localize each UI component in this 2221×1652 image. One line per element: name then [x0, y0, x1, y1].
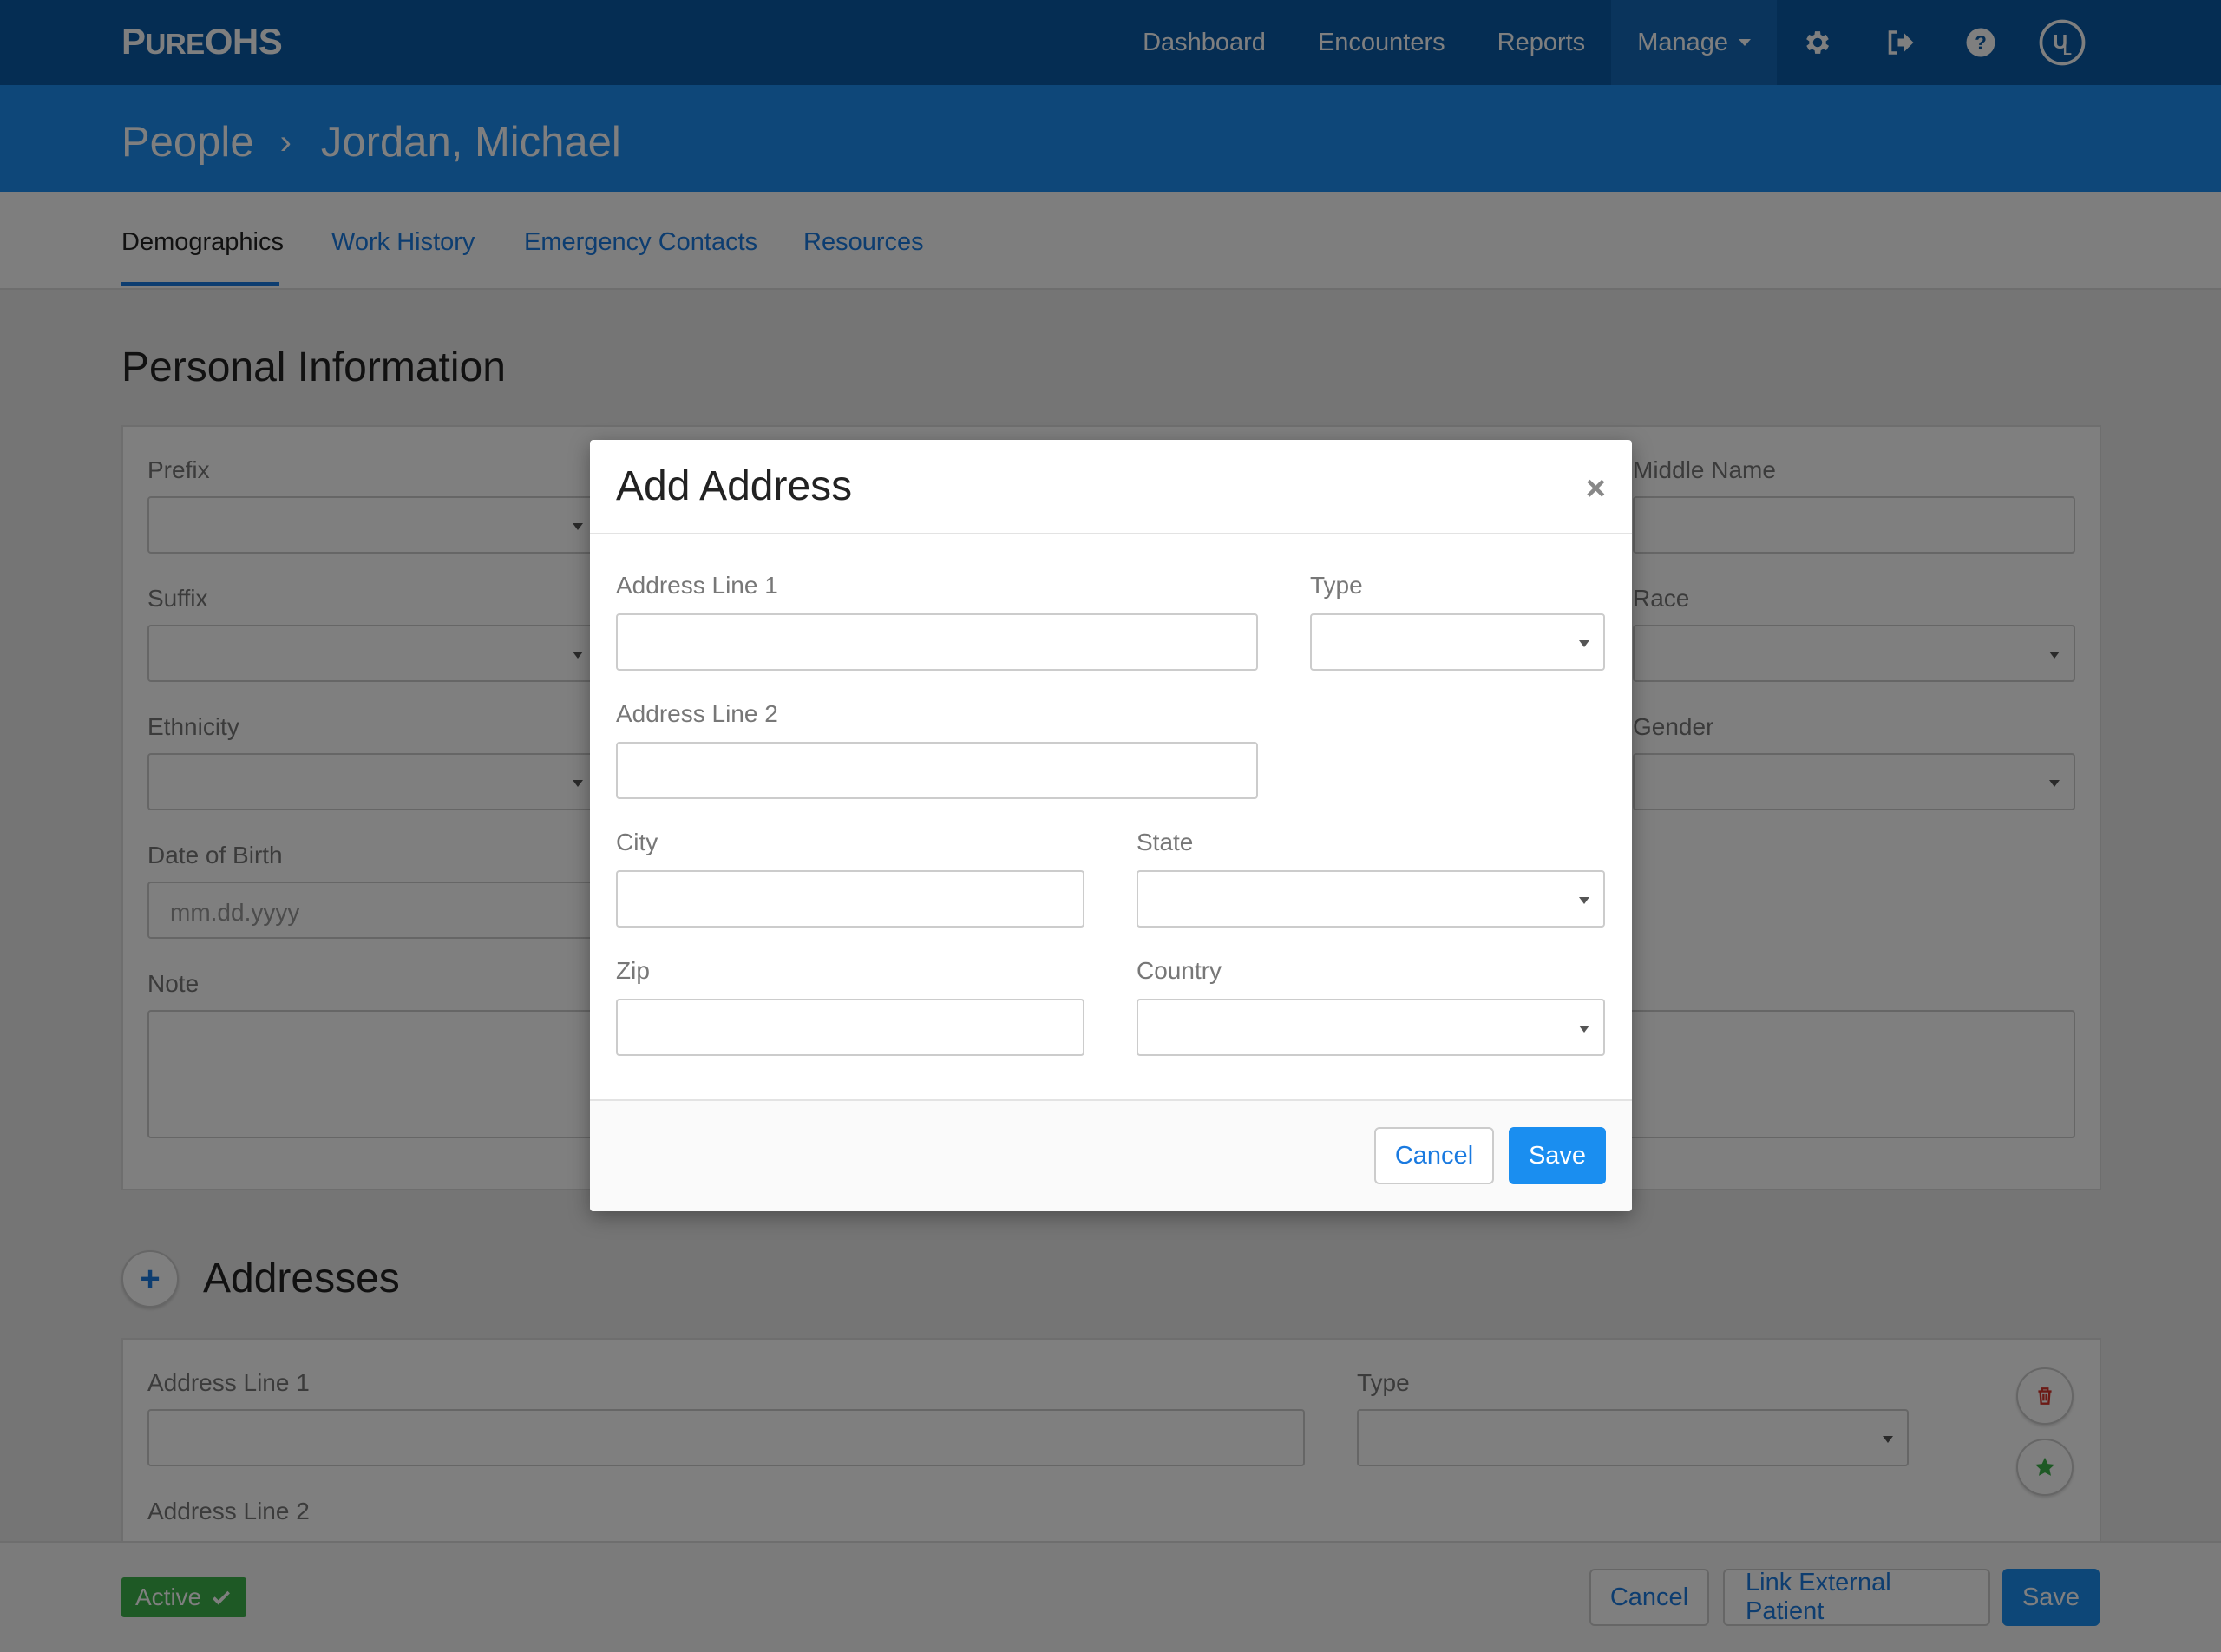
- modal-title: Add Address: [616, 463, 853, 509]
- modal-save-button[interactable]: Save: [1509, 1127, 1606, 1184]
- modal-zip-label: Zip: [616, 957, 650, 984]
- modal-zip-input[interactable]: [616, 999, 1084, 1056]
- modal-country-label: Country: [1137, 957, 1222, 984]
- close-icon[interactable]: ×: [1586, 471, 1606, 506]
- modal-country-select[interactable]: [1137, 999, 1605, 1056]
- modal-type-select[interactable]: [1310, 613, 1605, 671]
- modal-address-line2-label: Address Line 2: [616, 700, 778, 727]
- add-address-modal: Add Address × Address Line 1 Type Addres…: [590, 440, 1632, 1211]
- modal-state-label: State: [1137, 829, 1194, 856]
- modal-address-line2-input[interactable]: [616, 742, 1258, 799]
- modal-cancel-button[interactable]: Cancel: [1374, 1127, 1494, 1184]
- modal-address-line1-input[interactable]: [616, 613, 1258, 671]
- modal-city-input[interactable]: [616, 870, 1084, 928]
- modal-state-select[interactable]: [1137, 870, 1605, 928]
- modal-address-line1-label: Address Line 1: [616, 572, 778, 599]
- modal-footer: Cancel Save: [590, 1099, 1632, 1211]
- modal-header: Add Address ×: [590, 440, 1632, 534]
- modal-city-label: City: [616, 829, 658, 856]
- modal-type-label: Type: [1310, 572, 1363, 599]
